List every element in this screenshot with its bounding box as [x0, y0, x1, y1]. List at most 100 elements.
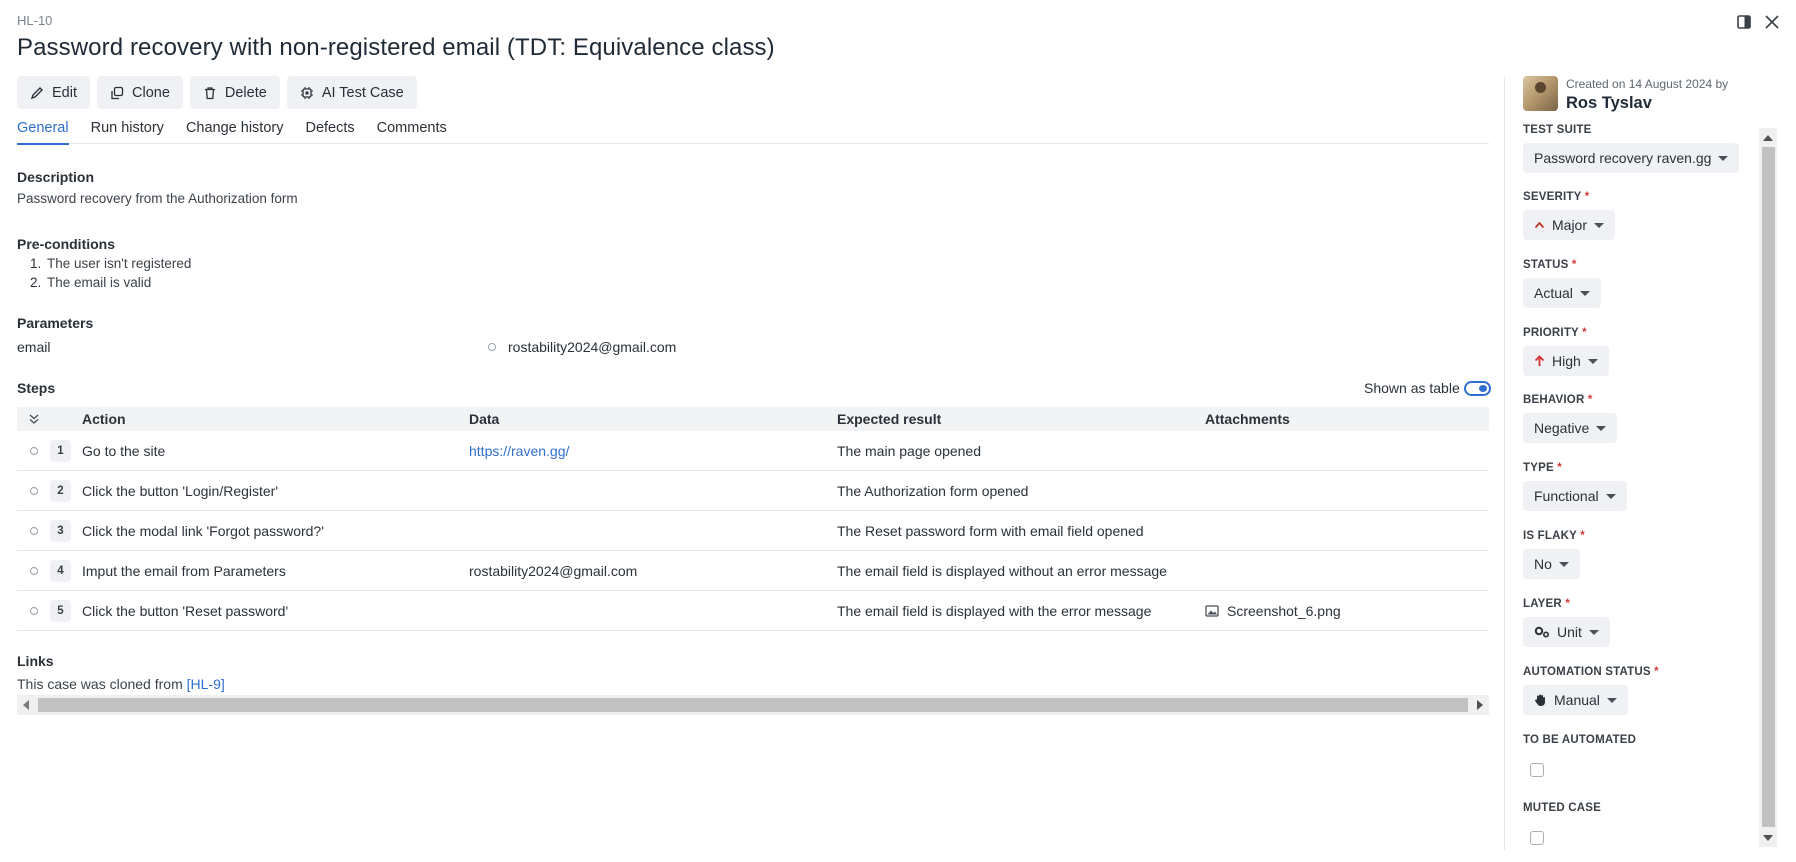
step-expected: The email field is displayed with the er…	[837, 602, 1152, 619]
author-name: Ros Tyslav	[1566, 94, 1652, 112]
close-icon[interactable]	[1763, 13, 1781, 31]
caret-down-icon	[1587, 358, 1598, 364]
properties-panel: TEST SUITE Password recovery raven.gg SE…	[1523, 124, 1757, 854]
horizontal-scrollbar[interactable]	[17, 695, 1489, 715]
step-status-icon[interactable]	[29, 526, 38, 535]
prop-value: Manual	[1554, 692, 1600, 708]
parameter-value: rostability2024@gmail.com	[488, 339, 676, 355]
links-heading: Links	[17, 653, 54, 669]
panel-toggle-icon[interactable]	[1735, 13, 1753, 31]
step-status-icon[interactable]	[29, 446, 38, 455]
step-number: 3	[50, 519, 71, 542]
is-flaky-select[interactable]: No	[1523, 549, 1580, 579]
parameter-value-text: rostability2024@gmail.com	[508, 339, 677, 355]
prop-value: High	[1552, 353, 1581, 369]
step-number: 1	[50, 439, 71, 462]
tab-change-history[interactable]: Change history	[186, 118, 284, 144]
collapse-all-icon[interactable]	[17, 413, 50, 425]
scroll-right-icon[interactable]	[1477, 700, 1483, 710]
trash-icon	[204, 86, 215, 99]
test-suite-select[interactable]: Password recovery raven.gg	[1523, 143, 1740, 173]
step-status-icon[interactable]	[29, 486, 38, 495]
vertical-scrollbar[interactable]	[1759, 128, 1777, 847]
scroll-left-icon[interactable]	[23, 700, 29, 710]
links-prefix: This case was cloned from	[17, 676, 187, 692]
prop-label: MUTED CASE	[1523, 802, 1602, 814]
toolbar: Edit Clone Delete AI Test Case	[17, 76, 417, 109]
layer-select[interactable]: Unit	[1523, 617, 1610, 647]
status-select[interactable]: Actual	[1523, 278, 1601, 308]
copy-icon	[111, 86, 124, 99]
description-heading: Description	[17, 169, 95, 185]
caret-down-icon	[1558, 561, 1569, 567]
step-action: Click the button 'Login/Register'	[82, 482, 279, 499]
step-status-icon[interactable]	[29, 606, 38, 615]
steps-table: Action Data Expected result Attachments …	[17, 407, 1489, 631]
ai-test-case-button[interactable]: AI Test Case	[286, 76, 417, 109]
priority-select[interactable]: High	[1523, 346, 1609, 376]
step-attachment[interactable]: Screenshot_6.png	[1205, 603, 1489, 619]
column-header-data: Data	[469, 411, 500, 427]
cloned-from-link[interactable]: [HL-9]	[187, 676, 225, 692]
severity-select[interactable]: Major	[1523, 210, 1616, 240]
tab-general[interactable]: General	[17, 118, 69, 145]
pencil-icon	[30, 86, 43, 99]
automation-status-select[interactable]: Manual	[1523, 685, 1628, 715]
horizontal-scroll-thumb[interactable]	[38, 698, 1468, 712]
image-icon	[1205, 604, 1219, 617]
muted-case-checkbox[interactable]	[1530, 831, 1544, 845]
preconditions-list: 1. The user isn't registered 2. The email …	[30, 256, 191, 294]
caret-down-icon	[1594, 222, 1605, 228]
step-expected: The Authorization form opened	[837, 482, 1029, 499]
prop-to-be-automated: TO BE AUTOMATED	[1523, 734, 1636, 777]
created-text: Created on 14 August 2024 by	[1566, 77, 1729, 91]
scroll-down-icon[interactable]	[1763, 835, 1773, 841]
prop-status: STATUS * Actual	[1523, 259, 1601, 308]
clone-label: Clone	[132, 84, 170, 101]
tab-comments[interactable]: Comments	[377, 118, 447, 144]
behavior-select[interactable]: Negative	[1523, 413, 1618, 443]
caret-down-icon	[1606, 697, 1617, 703]
tab-run-history[interactable]: Run history	[91, 118, 164, 144]
table-row: 3 Click the modal link 'Forgot password?…	[17, 511, 1489, 551]
step-status-icon[interactable]	[29, 566, 38, 575]
type-select[interactable]: Functional	[1523, 481, 1627, 511]
prop-label: TEST SUITE	[1523, 124, 1592, 136]
creator-info: Created on 14 August 2024 by Ros Tyslav	[1523, 76, 1728, 113]
step-expected: The email field is displayed without an …	[837, 562, 1167, 579]
step-action: Go to the site	[82, 442, 166, 459]
step-action: Click the button 'Reset password'	[82, 602, 289, 619]
delete-button[interactable]: Delete	[189, 76, 280, 109]
sidebar-divider	[1504, 77, 1505, 850]
prop-automation-status: AUTOMATION STATUS * Manual	[1523, 666, 1659, 715]
gears-icon	[1534, 626, 1550, 638]
vertical-scroll-thumb[interactable]	[1762, 147, 1775, 827]
arrow-up-icon	[1534, 355, 1545, 366]
avatar	[1523, 76, 1558, 111]
chevron-up-icon	[1534, 221, 1545, 229]
caret-down-icon	[1596, 425, 1607, 431]
table-view-toggle[interactable]	[1463, 380, 1491, 396]
to-be-automated-checkbox[interactable]	[1530, 763, 1544, 777]
parameters-heading: Parameters	[17, 315, 94, 331]
case-key: HL-10	[17, 13, 53, 28]
caret-down-icon	[1605, 493, 1616, 499]
prop-muted-case: MUTED CASE	[1523, 802, 1601, 845]
scroll-up-icon[interactable]	[1763, 135, 1773, 141]
step-action: Click the modal link 'Forgot password?'	[82, 522, 324, 539]
step-expected: The Reset password form with email field…	[837, 522, 1144, 539]
list-item-number: 1.	[30, 256, 42, 271]
links-text: This case was cloned from [HL-9]	[17, 676, 225, 692]
step-data-link[interactable]: https://raven.gg/	[469, 443, 569, 459]
table-row: 2 Click the button 'Login/Register' The …	[17, 471, 1489, 511]
list-item-number: 2.	[30, 275, 42, 290]
edit-button[interactable]: Edit	[17, 76, 90, 109]
prop-label: PRIORITY *	[1523, 327, 1587, 339]
prop-severity: SEVERITY * Major	[1523, 191, 1616, 240]
clone-button[interactable]: Clone	[97, 76, 183, 109]
prop-type: TYPE * Functional	[1523, 462, 1627, 511]
toggle-label: Shown as table	[1364, 380, 1460, 396]
prop-test-suite: TEST SUITE Password recovery raven.gg	[1523, 124, 1740, 173]
tab-defects[interactable]: Defects	[305, 118, 354, 144]
parameter-name: email	[17, 339, 51, 355]
